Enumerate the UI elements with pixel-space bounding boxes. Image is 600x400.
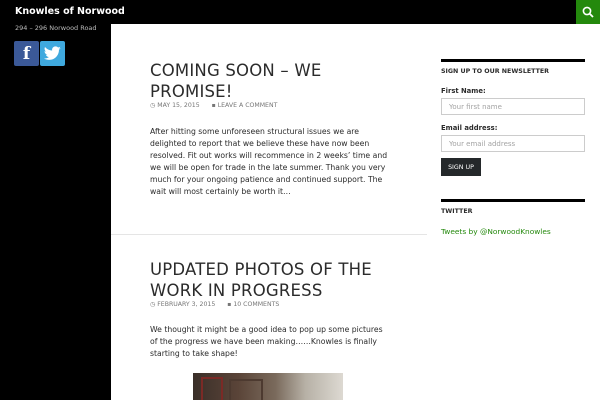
signup-button[interactable]: SIGN UP <box>441 158 481 176</box>
twitter-icon <box>44 46 61 60</box>
right-sidebar: SIGN UP TO OUR NEWSLETTER First Name: Em… <box>427 24 600 400</box>
post-divider <box>111 234 427 235</box>
comment-icon: ▪ <box>211 102 216 109</box>
newsletter-title: SIGN UP TO OUR NEWSLETTER <box>441 68 550 75</box>
post-title[interactable]: COMING SOON – WE PROMISE! <box>150 60 400 102</box>
clock-icon: ◷ <box>150 102 156 109</box>
site-header: Knowles of Norwood <box>0 0 600 24</box>
clock-icon: ◷ <box>150 301 156 308</box>
post-excerpt: We thought it might be a good idea to po… <box>150 325 383 358</box>
first-name-field[interactable] <box>441 98 585 115</box>
post-excerpt: After hitting some unforeseen structural… <box>150 127 388 196</box>
post-meta: ◷ MAY 15, 2015 ▪ LEAVE A COMMENT <box>150 102 287 109</box>
post-date[interactable]: ◷ FEBRUARY 3, 2015 <box>150 301 220 308</box>
email-label: Email address: <box>441 124 498 132</box>
comment-icon: ▪ <box>227 301 232 308</box>
image-detail <box>229 379 263 400</box>
twitter-title: TWITTER <box>441 208 473 215</box>
post-date[interactable]: ◷ MAY 15, 2015 <box>150 102 205 109</box>
image-detail <box>201 377 223 400</box>
tweets-link[interactable]: Tweets by @NorwoodKnowles <box>441 227 551 236</box>
site-tagline: 294 – 296 Norwood Road <box>15 24 97 32</box>
first-name-label: First Name: <box>441 87 486 95</box>
post-image[interactable] <box>193 373 343 400</box>
search-icon <box>582 6 594 18</box>
widget-divider <box>441 199 585 202</box>
comments-link[interactable]: ▪ 10 COMMENTS <box>227 301 284 308</box>
post-title[interactable]: UPDATED PHOTOS OF THE WORK IN PROGRESS <box>150 259 400 301</box>
widget-divider <box>441 59 585 62</box>
post-meta: ◷ FEBRUARY 3, 2015 ▪ 10 COMMENTS <box>150 301 289 308</box>
search-toggle-button[interactable] <box>576 0 600 24</box>
twitter-link[interactable] <box>40 41 65 66</box>
left-sidebar <box>0 24 111 400</box>
site-title[interactable]: Knowles of Norwood <box>15 6 125 17</box>
main-content: COMING SOON – WE PROMISE! ◷ MAY 15, 2015 … <box>111 24 427 400</box>
facebook-icon: f <box>22 44 31 64</box>
comments-link[interactable]: ▪ LEAVE A COMMENT <box>212 102 283 109</box>
email-field[interactable] <box>441 135 585 152</box>
facebook-link[interactable]: f <box>14 41 39 66</box>
